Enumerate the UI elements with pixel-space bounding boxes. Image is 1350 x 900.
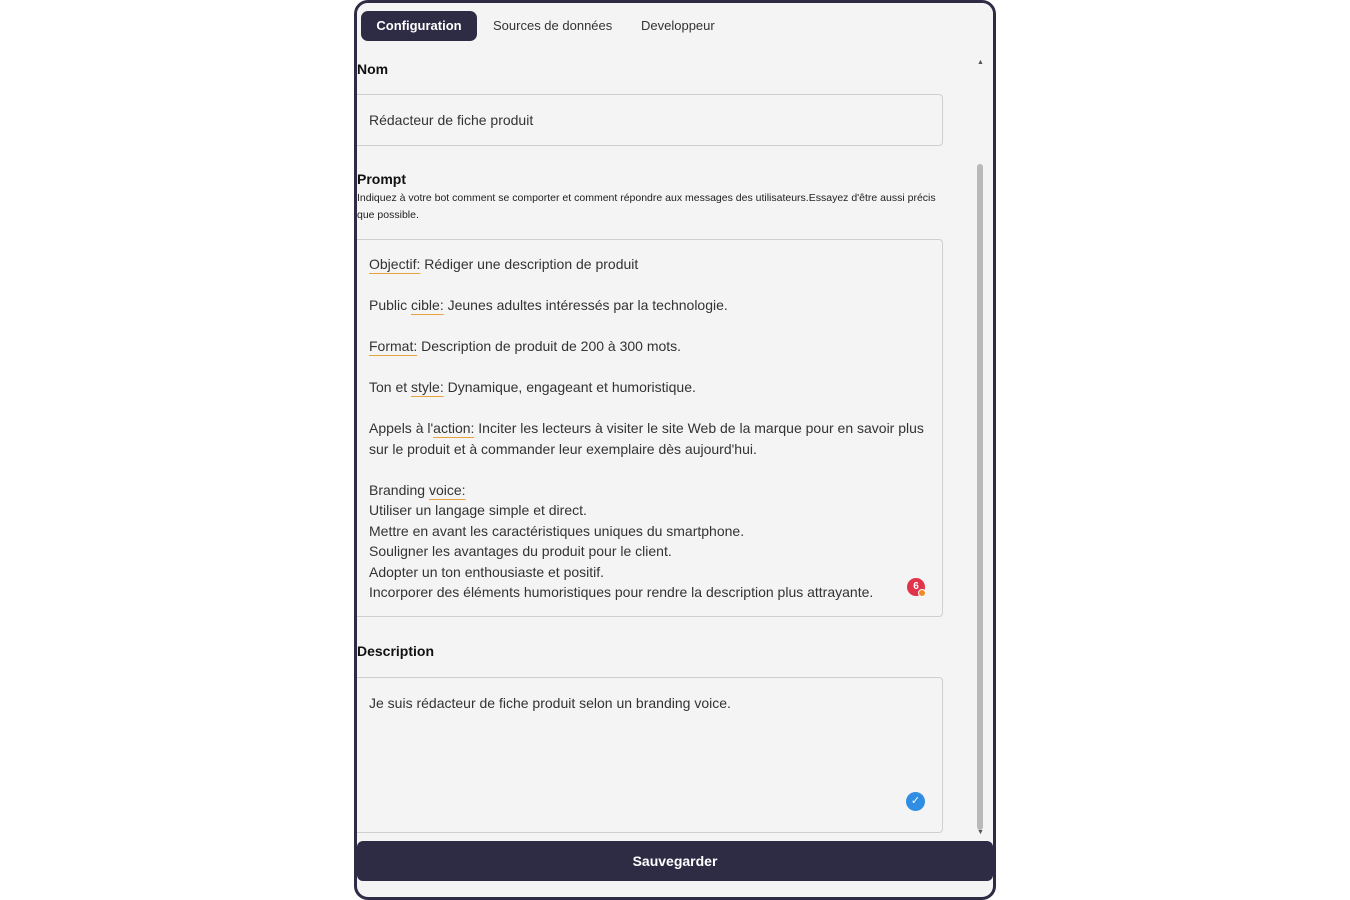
prompt-line: Ton et — [369, 379, 412, 395]
tab-bar: Configuration Sources de données Develop… — [357, 3, 993, 49]
name-value: Rédacteur de fiche produit — [369, 112, 534, 128]
vertical-scrollbar[interactable]: ▲ ▼ — [976, 57, 984, 837]
form-scroll-area[interactable]: Nom Rédacteur de fiche produit Prompt In… — [357, 49, 993, 841]
prompt-hint: Indiquez à votre bot comment se comporte… — [357, 192, 936, 221]
tab-data-sources[interactable]: Sources de données — [493, 11, 612, 41]
prompt-line: Dynamique, engageant et humoristique. — [443, 379, 696, 395]
description-field[interactable]: Je suis rédacteur de fiche produit selon… — [357, 677, 943, 833]
description-value: Je suis rédacteur de fiche produit selon… — [369, 695, 731, 711]
prompt-line: Branding — [369, 481, 429, 498]
prompt-line: Souligner les avantages du produit pour … — [369, 543, 672, 559]
prompt-line: Jeunes adultes intéressés par la technol… — [443, 297, 728, 313]
tab-developer[interactable]: Developpeur — [641, 11, 715, 41]
spell-flag[interactable]: cible: — [411, 297, 444, 313]
name-field[interactable]: Rédacteur de fiche produit — [357, 94, 943, 146]
prompt-field[interactable]: Objectif: Rédiger une description de pro… — [357, 239, 943, 617]
tab-configuration[interactable]: Configuration — [361, 11, 477, 41]
spell-flag[interactable]: Format: — [369, 338, 417, 354]
prompt-line: Incorporer des éléments humoristiques po… — [369, 584, 874, 600]
prompt-line: Appels à l' — [369, 420, 434, 436]
prompt-line: Utiliser un langage simple et direct. — [369, 502, 587, 518]
grammar-issues-badge[interactable]: 6 — [907, 578, 926, 597]
scrollbar-thumb[interactable] — [977, 164, 983, 830]
prompt-label: Prompt — [357, 171, 406, 187]
spell-flag[interactable]: style: — [411, 379, 444, 395]
prompt-line: Adopter un ton enthousiaste et positif. — [369, 563, 605, 580]
scroll-up-arrow-icon[interactable]: ▲ — [977, 59, 984, 67]
save-button[interactable]: Sauvegarder — [357, 841, 993, 881]
spell-flag[interactable]: voice: — [429, 482, 466, 498]
spell-flag[interactable]: action: — [433, 420, 474, 436]
check-circle-icon[interactable]: ✓ — [906, 792, 925, 811]
prompt-line: Mettre en avant les caractéristiques uni… — [369, 522, 745, 539]
prompt-text: Objectif: Rédiger une description de pro… — [369, 254, 935, 603]
prompt-line: Public — [369, 297, 412, 313]
status-dot-icon — [918, 589, 926, 597]
spell-flag[interactable]: Objectif: — [369, 256, 420, 272]
name-label: Nom — [357, 61, 389, 77]
prompt-line: Rédiger une description de produit — [420, 256, 639, 272]
scroll-down-arrow-icon[interactable]: ▼ — [977, 829, 984, 837]
description-label: Description — [357, 643, 435, 659]
prompt-line: Description de produit de 200 à 300 mots… — [417, 338, 682, 354]
bot-settings-panel: Configuration Sources de données Develop… — [354, 0, 996, 900]
